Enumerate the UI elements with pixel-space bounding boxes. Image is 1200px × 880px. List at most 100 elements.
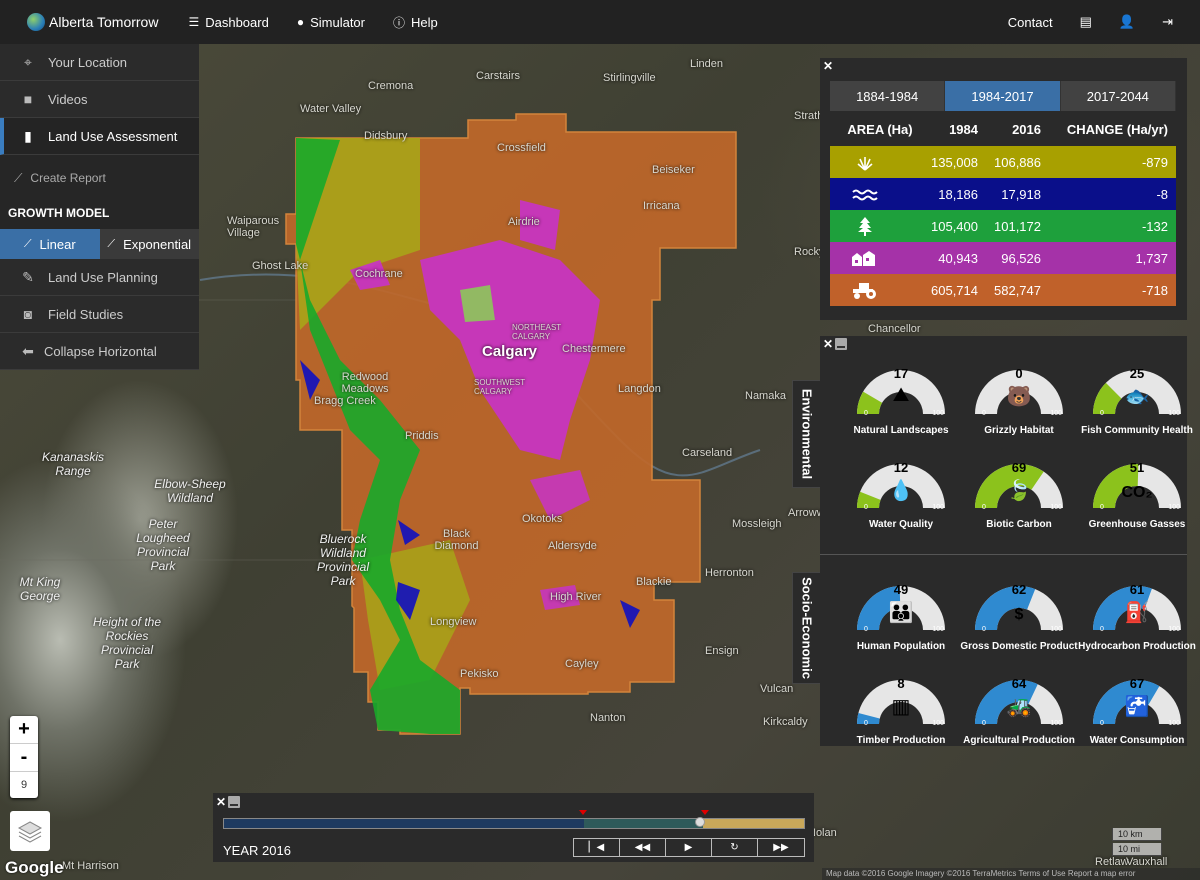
sidebar-item-field-studies[interactable]: ◙ Field Studies: [0, 296, 199, 333]
user-icon: 👤: [1118, 14, 1136, 29]
nav-dashboard[interactable]: ☰ Dashboard: [188, 15, 268, 30]
layers-button[interactable]: [10, 811, 50, 851]
user-button[interactable]: 👤: [1119, 14, 1135, 30]
zoom-out-button[interactable]: -: [10, 744, 38, 772]
gauge-value: 8: [897, 676, 905, 691]
map-label: Didsbury: [364, 130, 408, 142]
close-icon[interactable]: ✕: [216, 795, 226, 809]
map-label: Vulcan: [760, 683, 794, 695]
close-icon[interactable]: ✕: [823, 59, 833, 73]
sidebar-item-land-use-assessment[interactable]: ▮ Land Use Assessment: [0, 118, 199, 155]
minimize-icon[interactable]: [228, 796, 240, 808]
nav-help[interactable]: ⓘ Help: [393, 14, 438, 31]
gauge-timber-production[interactable]: 8 ▥ 0 100 Timber Production: [842, 664, 960, 758]
gauge-grizzly-habitat[interactable]: 0 🐻 0 100 Grizzly Habitat: [960, 354, 1078, 448]
gauge-max: 100: [1050, 626, 1062, 633]
tab-period-3[interactable]: 2017-2044: [1060, 81, 1176, 111]
map-label: NORTHEAST CALGARY: [512, 323, 562, 341]
minimize-icon[interactable]: [835, 338, 847, 350]
report-button[interactable]: ▤: [1080, 14, 1092, 30]
gauge-hydrocarbon-production[interactable]: 61 ⛽ 0 100 Hydrocarbon Production: [1078, 570, 1196, 664]
rewind-icon: ◀◀: [634, 842, 651, 853]
column-header: AREA (Ha): [847, 122, 913, 137]
value-1984: 135,008: [931, 154, 978, 170]
sidebar-item-land-use-planning[interactable]: ✎ Land Use Planning: [0, 259, 199, 296]
gauge-natural-landscapes[interactable]: 17 ⛰ 0 100 Natural Landscapes: [842, 354, 960, 448]
rewind-button[interactable]: ◀◀: [620, 839, 666, 856]
timeline-track[interactable]: [223, 818, 805, 829]
gauge-value: 17: [893, 366, 909, 381]
brand-link[interactable]: Alberta Tomorrow: [27, 13, 158, 31]
pencil-icon: ✎: [22, 268, 34, 285]
tab-period-2[interactable]: 1984-2017: [945, 81, 1061, 111]
gauge-max: 100: [1168, 504, 1180, 511]
gauge-agricultural-production[interactable]: 64 🚜 0 100 Agricultural Production: [960, 664, 1078, 758]
play-icon: ▶: [684, 842, 693, 853]
sidebar-item-label: Videos: [48, 91, 88, 107]
gauge-water-consumption[interactable]: 67 🚰 0 100 Water Consumption: [1078, 664, 1196, 758]
gauge-min: 0: [982, 410, 986, 417]
bear-icon: 🐻: [1006, 386, 1032, 408]
gauge-min: 0: [1100, 504, 1104, 511]
map-label: Mossleigh: [732, 518, 782, 530]
nav-simulator-label: Simulator: [310, 14, 365, 30]
gauge-water-quality[interactable]: 12 💧 0 100 Water Quality: [842, 448, 960, 542]
zoom-in-button[interactable]: +: [10, 716, 38, 744]
map-label: Beiseker: [652, 164, 695, 176]
arrow-left-icon: ⬅: [22, 342, 34, 359]
growth-linear-button[interactable]: ⟋ Linear: [0, 229, 100, 259]
map-label: Cochrane: [355, 268, 403, 280]
create-report-link[interactable]: ⟋ Create Report: [0, 155, 199, 197]
gauge-min: 0: [864, 720, 868, 727]
top-navbar: Alberta Tomorrow ☰ Dashboard ● Simulator…: [0, 0, 1200, 44]
gauge-biotic-carbon[interactable]: 69 🍃 0 100 Biotic Carbon: [960, 448, 1078, 542]
sidebar-item-videos[interactable]: ■ Videos: [0, 81, 199, 118]
map-label: Cayley: [565, 658, 599, 670]
map-label: Chancellor: [868, 323, 921, 335]
sidebar-item-collapse-horizontal[interactable]: ⬅ Collapse Horizontal: [0, 333, 199, 370]
map-label: Carstairs: [476, 70, 521, 82]
nav-contact[interactable]: Contact: [1008, 15, 1053, 30]
gauge-value: 51: [1129, 460, 1145, 475]
gauge-gross-domestic-product[interactable]: 62 $0 100 Gross Domestic Product: [960, 570, 1078, 664]
dollar-icon: $: [1014, 606, 1024, 623]
camera-icon: ◙: [23, 306, 33, 322]
area-table-header: AREA (Ha) 1984 2016 CHANGE (Ha/yr): [830, 113, 1176, 146]
tractor-icon: [830, 280, 900, 300]
map-label: Pekisko: [460, 668, 499, 680]
sidebar-item-label: Land Use Planning: [48, 269, 158, 285]
value-2016: 106,886: [994, 154, 1041, 170]
skip-start-button[interactable]: ▏◀: [574, 839, 620, 856]
gauge-human-population[interactable]: 49 👪 0 100 Human Population: [842, 570, 960, 664]
map-label: Redwood Meadows: [341, 371, 389, 395]
layers-icon: [17, 821, 43, 843]
growth-exponential-button[interactable]: ⟋ Exponential: [99, 229, 199, 259]
map-label: Calgary: [482, 343, 538, 360]
settlement-icon: [830, 249, 900, 267]
map-label: Irricana: [643, 200, 680, 212]
value-1984: 605,714: [931, 282, 978, 298]
value-2016: 582,747: [994, 282, 1041, 298]
gauge-max: 100: [1168, 720, 1180, 727]
refresh-button[interactable]: ↻: [712, 839, 758, 856]
tab-socio-economic[interactable]: Socio-Economic: [792, 572, 820, 684]
map-label: Stirlingville: [603, 72, 656, 84]
gauge-fish-community-health[interactable]: 25 🐟 0 100 Fish Community Health: [1078, 354, 1196, 448]
tab-environmental[interactable]: Environmental: [792, 380, 820, 488]
sidebar-item-your-location[interactable]: ⌖ Your Location: [0, 44, 199, 81]
gauge-value: 61: [1129, 582, 1145, 597]
play-button[interactable]: ▶: [666, 839, 712, 856]
tab-period-1[interactable]: 1884-1984: [830, 81, 946, 111]
nav-simulator[interactable]: ● Simulator: [297, 15, 365, 30]
map-label: Herronton: [705, 567, 754, 579]
gauge-label: Fish Community Health: [1081, 425, 1193, 436]
fast-forward-button[interactable]: ▶▶: [758, 839, 804, 856]
value-1984: 18,186: [938, 186, 978, 202]
zoom-level: 9: [20, 779, 28, 791]
gauge-greenhouse-gasses[interactable]: 51 CO₂ 0 100 Greenhouse Gasses: [1078, 448, 1196, 542]
logout-button[interactable]: ⇥: [1162, 14, 1173, 30]
gauge-label: Hydrocarbon Production: [1078, 641, 1196, 652]
value-1984: 40,943: [938, 250, 978, 266]
close-icon[interactable]: ✕: [823, 337, 833, 351]
value-change: 1,737: [1135, 250, 1168, 266]
